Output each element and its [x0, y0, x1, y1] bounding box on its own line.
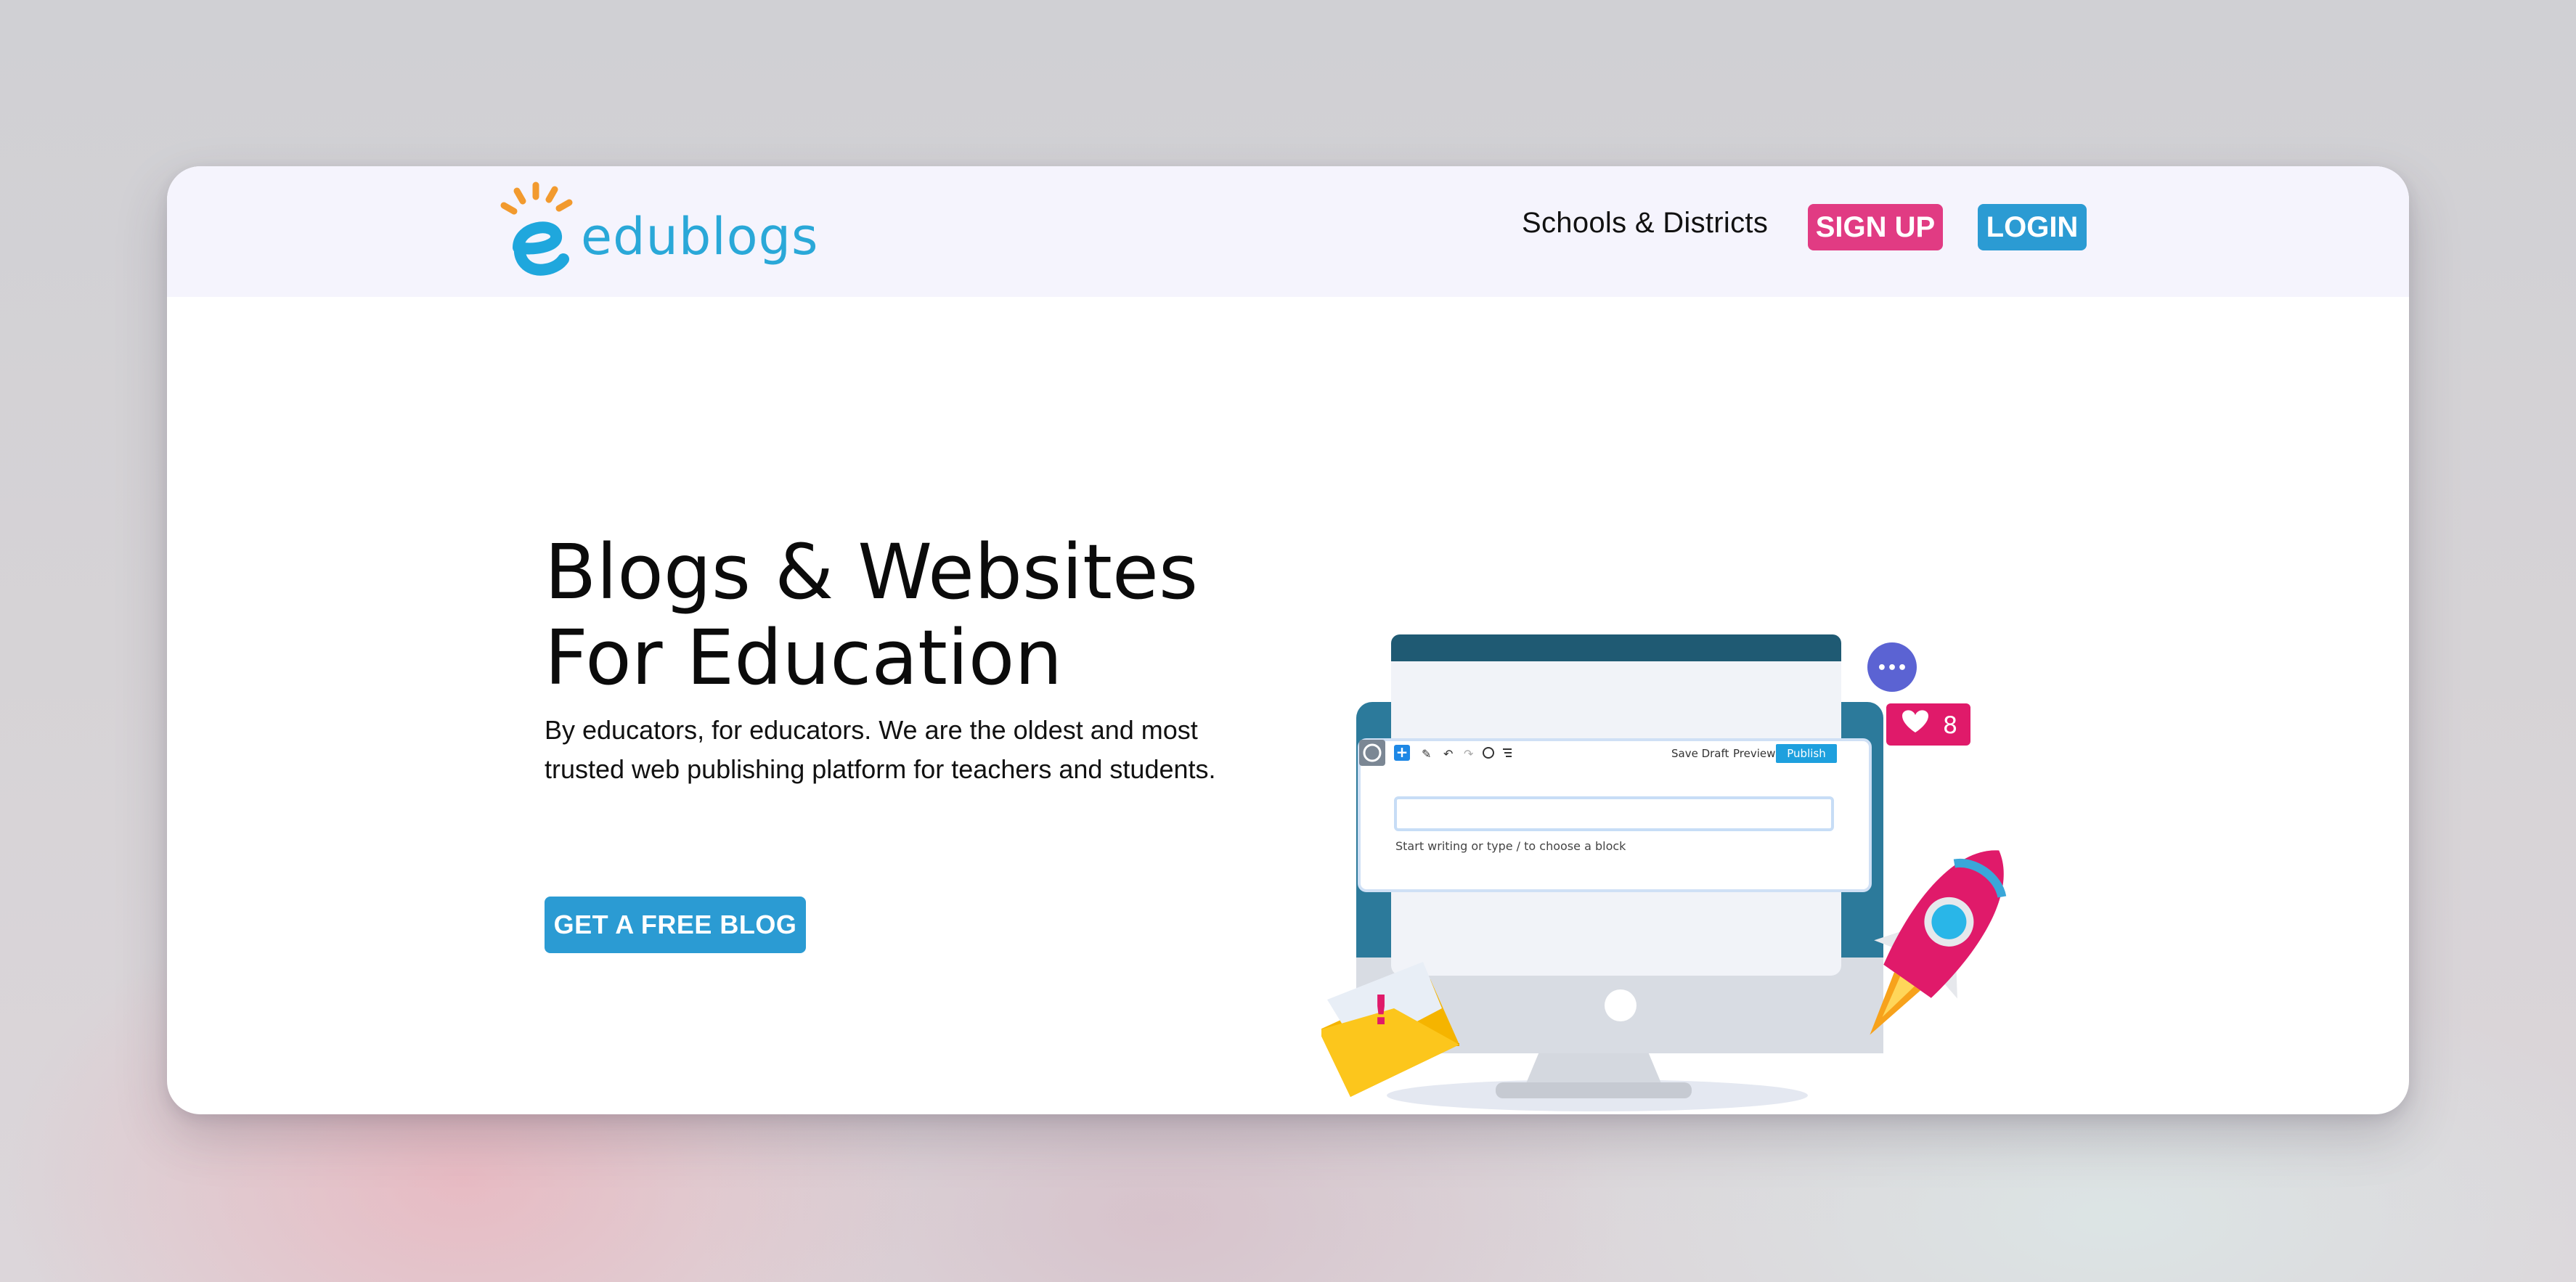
pencil-icon[interactable]: ✎: [1422, 747, 1431, 761]
monitor-base: [1496, 1082, 1692, 1098]
signup-button[interactable]: SIGN UP: [1808, 204, 1943, 250]
logo-wordmark[interactable]: edublogs: [581, 211, 818, 262]
plus-icon: +: [1396, 743, 1409, 761]
page-card: edublogs Schools & Districts SIGN UP LOG…: [167, 166, 2409, 1114]
envelope-alert-mark: !: [1371, 987, 1390, 1034]
like-badge: [1886, 703, 1970, 746]
editor-title-input[interactable]: [1394, 796, 1834, 831]
hero-title-line-2: For Education: [545, 613, 1063, 702]
chat-dots: •••: [1877, 659, 1907, 677]
login-button[interactable]: LOGIN: [1978, 204, 2087, 250]
undo-icon[interactable]: ↶: [1443, 747, 1453, 761]
redo-icon[interactable]: ↷: [1464, 747, 1474, 761]
preview-button[interactable]: Preview: [1733, 747, 1775, 760]
back-window-titlebar-base: [1391, 651, 1841, 661]
hero-illustration: + ✎ ↶ ↷ ⚙ Save Draft Preview Publish Sta…: [1321, 634, 2007, 1111]
save-draft-button[interactable]: Save Draft: [1671, 747, 1729, 760]
hero-title: Blogs & Websites For Education: [545, 529, 1242, 701]
monitor-power-button: [1605, 989, 1637, 1021]
like-count: 8: [1943, 711, 1957, 739]
publish-button[interactable]: Publish: [1787, 747, 1825, 760]
get-free-blog-button[interactable]: GET A FREE BLOG: [545, 897, 806, 953]
wordpress-badge: [1359, 740, 1385, 766]
editor-placeholder: Start writing or type / to choose a bloc…: [1395, 839, 1626, 853]
nav-schools-districts[interactable]: Schools & Districts: [1522, 208, 1768, 237]
site-header: edublogs Schools & Districts SIGN UP LOG…: [167, 166, 2409, 297]
hero-subtitle: By educators, for educators. We are the …: [545, 715, 1216, 784]
hero-title-line-1: Blogs & Websites: [545, 528, 1199, 616]
